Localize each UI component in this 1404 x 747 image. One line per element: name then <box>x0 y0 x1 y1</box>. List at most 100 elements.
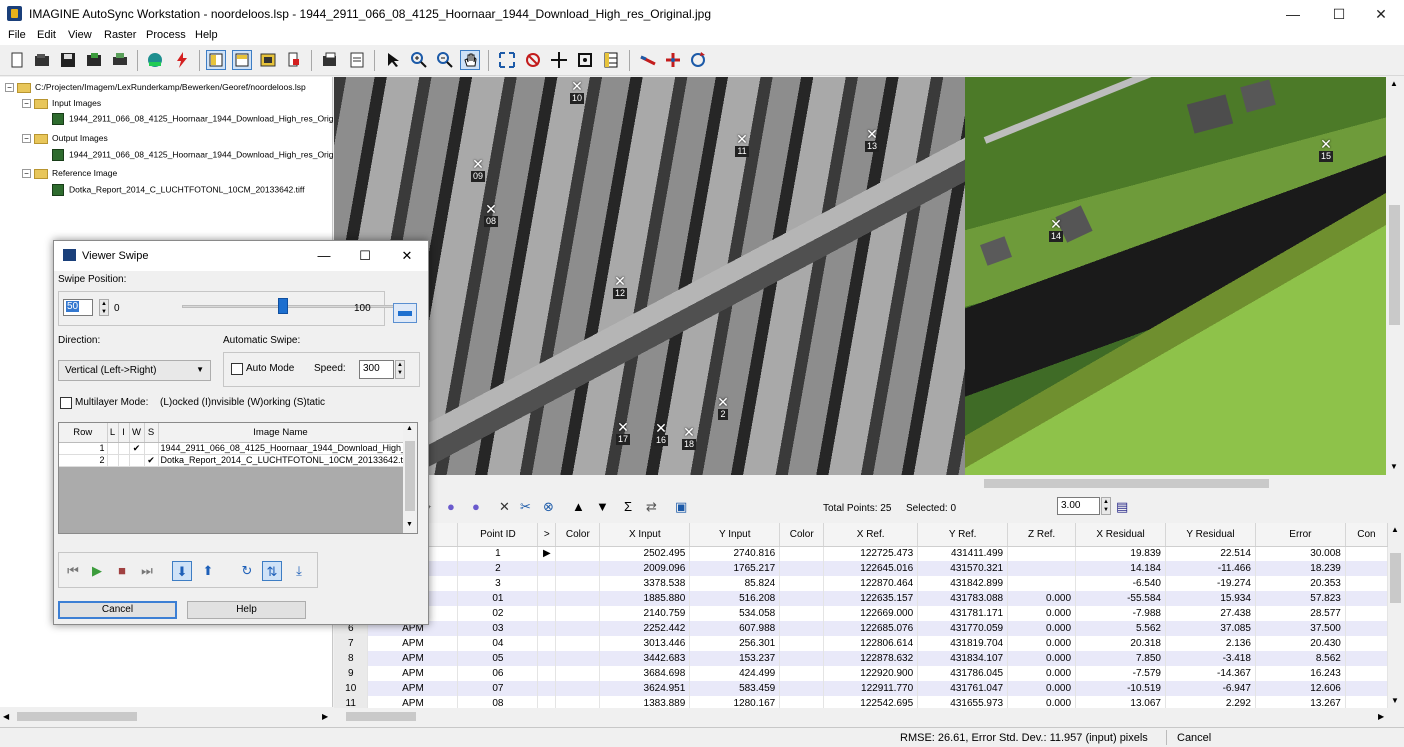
table-cell[interactable]: 0.000 <box>1007 591 1077 606</box>
layer-column-header[interactable]: Image Name <box>158 423 404 443</box>
status-cancel[interactable]: Cancel <box>1177 732 1211 744</box>
table-cell[interactable]: 122920.900 <box>823 666 919 681</box>
scroll-thumb[interactable] <box>405 441 415 511</box>
report-icon[interactable] <box>347 50 367 70</box>
table-cell[interactable] <box>779 621 825 636</box>
gcp-column-header[interactable]: X Residual <box>1075 523 1166 547</box>
swipe-tool-icon[interactable] <box>284 50 304 70</box>
layout-icon[interactable] <box>258 50 278 70</box>
select-arrow-icon[interactable] <box>383 50 403 70</box>
table-cell[interactable]: 16.243 <box>1255 666 1346 681</box>
table-row[interactable]: 9 APM 06 3684.698 424.499 122920.900 431786.04… <box>334 666 1388 681</box>
table-cell[interactable]: -7.988 <box>1075 606 1166 621</box>
table-cell[interactable] <box>555 591 601 606</box>
table-cell[interactable]: 85.824 <box>689 576 781 591</box>
table-cell[interactable] <box>1345 561 1388 576</box>
table-cell[interactable]: 1765.217 <box>689 561 781 576</box>
table-cell[interactable]: 153.237 <box>689 651 781 666</box>
table-cell[interactable]: 431655.973 <box>917 696 1009 708</box>
table-cell[interactable] <box>555 561 601 576</box>
layer-row[interactable]: 2 ✔ Dotka_Report_2014_C_LUCHTFOTONL_10CM_2… <box>59 454 404 467</box>
gcp-marker[interactable]: ✕ 18 <box>678 425 700 463</box>
table-cell[interactable]: -6.540 <box>1075 576 1166 591</box>
fit-view-icon[interactable] <box>497 50 517 70</box>
layer-cell[interactable] <box>129 454 145 467</box>
layer-column-header[interactable]: S <box>144 423 159 443</box>
layer-table[interactable]: Row L I W S Image Name 1 ✔ 1944_2911_066_08_412… <box>58 422 418 534</box>
table-cell[interactable]: 57.823 <box>1255 591 1346 606</box>
table-cell[interactable]: APM <box>367 681 459 696</box>
play-icon[interactable]: ▶ <box>87 561 107 581</box>
table-cell[interactable]: 0.000 <box>1007 606 1077 621</box>
cancel-button[interactable]: Cancel <box>58 601 177 619</box>
triangle-up-icon[interactable]: ▲ <box>572 499 585 515</box>
reference-image-viewer[interactable]: ✕ 15 ✕ 14 <box>965 77 1386 475</box>
viewer-vertical-scrollbar[interactable]: ▲ ▼ <box>1386 77 1403 475</box>
table-cell[interactable]: 431842.899 <box>917 576 1009 591</box>
table-row[interactable]: 6 APM 03 2252.442 607.988 122685.076 431770.05… <box>334 621 1388 636</box>
table-cell[interactable]: -3.418 <box>1165 651 1256 666</box>
table-cell[interactable]: 3442.683 <box>599 651 691 666</box>
table-cell[interactable] <box>779 591 825 606</box>
table-cell[interactable]: 20.353 <box>1255 576 1346 591</box>
tree-horizontal-scrollbar[interactable]: ◀ ▶ <box>0 708 333 725</box>
table-cell[interactable]: 7.850 <box>1075 651 1166 666</box>
scroll-down-icon[interactable]: ▼ <box>406 521 413 528</box>
table-cell[interactable]: 20.430 <box>1255 636 1346 651</box>
scroll-left-icon[interactable]: ◀ <box>3 712 9 721</box>
gcp-column-header[interactable]: Y Residual <box>1165 523 1256 547</box>
scroll-up-icon[interactable]: ▲ <box>406 425 413 432</box>
table-cell[interactable]: 2.136 <box>1165 636 1256 651</box>
dialog-maximize-button[interactable]: ☐ <box>347 245 383 267</box>
scroll-right-icon[interactable]: ▶ <box>1378 712 1384 721</box>
layer-column-header[interactable]: I <box>118 423 130 443</box>
sigma-icon[interactable]: Σ <box>624 499 632 515</box>
new-file-icon[interactable] <box>7 50 27 70</box>
table-cell[interactable]: 2740.816 <box>689 546 781 561</box>
table-cell[interactable]: 04 <box>457 636 539 651</box>
table-cell[interactable] <box>555 651 601 666</box>
delete-point-icon[interactable]: ✕ <box>499 499 510 515</box>
minimize-button[interactable]: — <box>1270 0 1316 28</box>
table-cell[interactable]: 22.514 <box>1165 546 1256 561</box>
scroll-thumb[interactable] <box>346 712 416 721</box>
gcp-marker[interactable]: ✕ 08 <box>480 202 502 240</box>
table-cell[interactable] <box>1007 546 1077 561</box>
table-row[interactable]: 01 1885.880 516.208 122635.157 431783.088 0.0… <box>334 591 1388 606</box>
table-cell[interactable]: 37.500 <box>1255 621 1346 636</box>
table-cell[interactable]: ▶ <box>537 546 557 561</box>
table-cell[interactable]: 431834.107 <box>917 651 1009 666</box>
table-cell[interactable] <box>1345 621 1388 636</box>
move-up-icon[interactable]: ⬆ <box>198 561 218 581</box>
layer-cell[interactable] <box>107 442 119 455</box>
table-cell[interactable]: 10 <box>334 681 369 696</box>
table-cell[interactable] <box>1345 666 1388 681</box>
table-cell[interactable]: 122870.464 <box>823 576 919 591</box>
gcp-column-header[interactable]: Color <box>779 523 825 547</box>
table-cell[interactable]: 1885.880 <box>599 591 691 606</box>
table-cell[interactable]: 516.208 <box>689 591 781 606</box>
multilayer-checkbox[interactable] <box>60 397 72 409</box>
table-cell[interactable]: 28.577 <box>1255 606 1346 621</box>
zoom-in-icon[interactable] <box>409 50 429 70</box>
move-down-icon[interactable]: ⬇ <box>172 561 192 581</box>
table-cell[interactable] <box>1007 576 1077 591</box>
table-cell[interactable] <box>779 546 825 561</box>
gcp-table[interactable]: Point ID > Color X Input Y Input Color X Ref. Y… <box>334 523 1388 708</box>
direction-select[interactable]: Vertical (Left->Right) ▼ <box>58 360 211 381</box>
threshold-spinner[interactable]: ▲ ▼ <box>1101 497 1111 515</box>
open-file-icon[interactable] <box>32 50 52 70</box>
table-cell[interactable]: -11.466 <box>1165 561 1256 576</box>
lightning-icon[interactable] <box>172 50 192 70</box>
table-cell[interactable] <box>537 576 557 591</box>
table-cell[interactable]: 3378.538 <box>599 576 691 591</box>
speed-spinner[interactable]: ▲ ▼ <box>395 360 405 379</box>
table-row[interactable]: 11 APM 08 1383.889 1280.167 122542.695 431655.… <box>334 696 1388 708</box>
gcp-marker[interactable]: ✕ 15 <box>1315 137 1337 175</box>
gcp-column-header[interactable]: Error <box>1255 523 1346 547</box>
layer-row[interactable]: 1 ✔ 1944_2911_066_08_4125_Hoornaar_1944_Do… <box>59 442 404 455</box>
tree-input-file[interactable]: 1944_2911_066_08_4125_Hoornaar_1944_Down… <box>52 113 360 125</box>
table-cell[interactable]: 3684.698 <box>599 666 691 681</box>
gcp-marker[interactable]: ✕ 14 <box>1045 217 1067 255</box>
color-table-icon[interactable]: ▤ <box>1116 499 1128 515</box>
